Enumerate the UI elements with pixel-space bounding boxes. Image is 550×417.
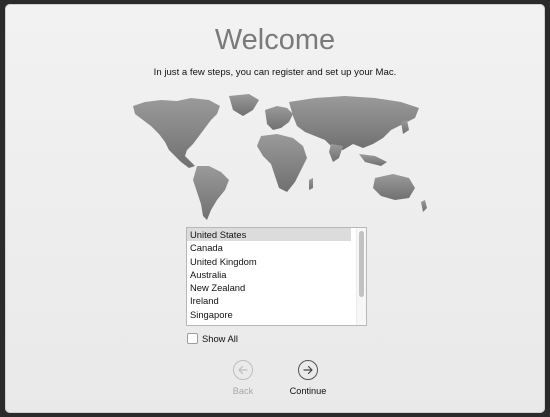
show-all-checkbox[interactable] [187,332,198,344]
page-title: Welcome [214,24,336,56]
arrow-left-icon [233,360,253,380]
setup-assistant-window: Welcome In just a few steps, you can reg… [5,4,545,413]
country-item-australia[interactable]: Australia [187,268,351,281]
list-scrollbar[interactable] [356,228,366,325]
back-label: Back [232,386,254,396]
country-item-ireland[interactable]: Ireland [187,294,351,307]
country-item-canada[interactable]: Canada [187,241,351,254]
show-all-option[interactable]: Show All [187,331,238,345]
scrollbar-thumb[interactable] [359,231,364,297]
world-map [133,94,427,220]
continue-label: Continue [289,386,327,396]
continue-button[interactable]: Continue [283,360,333,396]
show-all-label: Show All [202,332,238,344]
back-button[interactable]: Back [218,360,268,396]
country-item-united-states[interactable]: United States [187,228,351,242]
arrow-right-icon [298,360,318,380]
country-item-united-kingdom[interactable]: United Kingdom [187,255,351,268]
page-subtitle: In just a few steps, you can register an… [153,67,397,78]
country-list[interactable]: United States Canada United Kingdom Aust… [186,227,367,326]
country-item-new-zealand[interactable]: New Zealand [187,281,351,294]
country-item-singapore[interactable]: Singapore [187,308,351,321]
